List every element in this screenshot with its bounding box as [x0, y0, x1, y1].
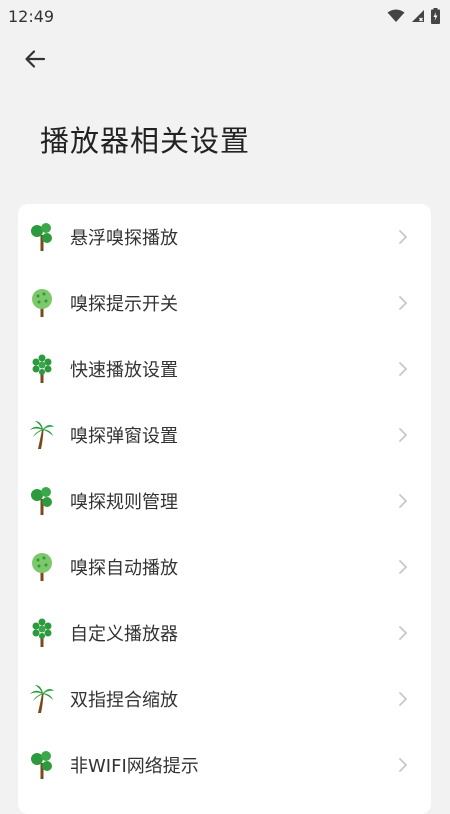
- palm-icon: [29, 420, 55, 450]
- page-title: 播放器相关设置: [40, 124, 251, 158]
- menu-item-sniff-popup-settings[interactable]: 嗅探弹窗设置: [18, 402, 431, 468]
- wifi-icon: [387, 9, 405, 22]
- chevron-right-icon: [393, 689, 413, 709]
- tree-a-icon: [29, 222, 55, 252]
- menu-item-sniff-prompt-toggle[interactable]: 嗅探提示开关: [18, 270, 431, 336]
- back-button[interactable]: [18, 42, 52, 76]
- chevron-right-icon: [393, 491, 413, 511]
- tree-a-icon: [29, 486, 55, 516]
- status-icons: [387, 8, 440, 24]
- tree-a-icon: [29, 750, 55, 780]
- menu-item-floating-sniff-play[interactable]: 悬浮嗅探播放: [18, 204, 431, 270]
- chevron-right-icon: [393, 425, 413, 445]
- menu-item-pinch-zoom[interactable]: 双指捏合缩放: [18, 666, 431, 732]
- tree-c-icon: [29, 618, 55, 648]
- tree-c-icon: [29, 354, 55, 384]
- menu-item-sniff-auto-play[interactable]: 嗅探自动播放: [18, 534, 431, 600]
- tree-b-icon: [29, 552, 55, 582]
- menu-item-non-wifi-warning[interactable]: 非WIFI网络提示: [18, 732, 431, 798]
- arrow-left-icon: [25, 50, 46, 68]
- menu-item-label: 嗅探弹窗设置: [70, 426, 178, 447]
- chevron-right-icon: [393, 227, 413, 247]
- menu-item-label: 嗅探自动播放: [70, 558, 178, 579]
- signal-icon: [412, 10, 424, 22]
- menu-item-custom-player[interactable]: 自定义播放器: [18, 600, 431, 666]
- chevron-right-icon: [393, 293, 413, 313]
- menu-item-label: 快速播放设置: [70, 360, 178, 381]
- battery-icon: [431, 8, 440, 24]
- chevron-right-icon: [393, 755, 413, 775]
- status-bar: 12:49: [0, 0, 450, 32]
- chevron-right-icon: [393, 359, 413, 379]
- status-time: 12:49: [8, 6, 55, 26]
- menu-item-label: 双指捏合缩放: [70, 690, 178, 711]
- chevron-right-icon: [393, 623, 413, 643]
- menu-item-quick-play-settings[interactable]: 快速播放设置: [18, 336, 431, 402]
- palm-icon: [29, 684, 55, 714]
- menu-item-label: 非WIFI网络提示: [70, 756, 199, 777]
- menu-item-label: 嗅探提示开关: [70, 294, 178, 315]
- tree-b-icon: [29, 288, 55, 318]
- menu-item-label: 悬浮嗅探播放: [70, 228, 178, 249]
- chevron-right-icon: [393, 557, 413, 577]
- menu-item-label: 嗅探规则管理: [70, 492, 178, 513]
- settings-list: 悬浮嗅探播放 嗅探提示开关 快速播放设置 嗅探弹窗设置 嗅探规则管理 嗅探自动播…: [18, 204, 431, 814]
- menu-item-sniff-rules-management[interactable]: 嗅探规则管理: [18, 468, 431, 534]
- menu-item-label: 自定义播放器: [70, 624, 178, 645]
